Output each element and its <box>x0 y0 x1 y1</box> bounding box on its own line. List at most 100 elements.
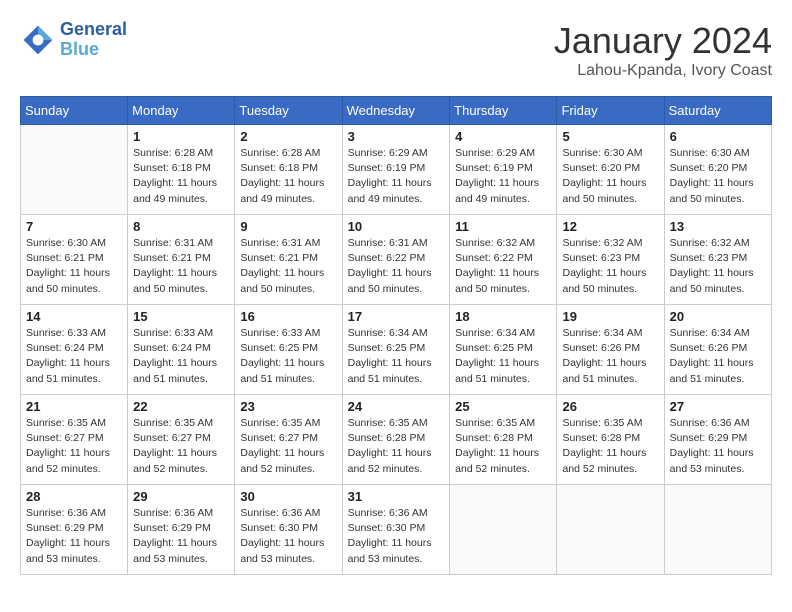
week-row-2: 7Sunrise: 6:30 AMSunset: 6:21 PMDaylight… <box>21 215 772 305</box>
page-header: General Blue January 2024 Lahou-Kpanda, … <box>20 20 772 80</box>
day-number: 25 <box>455 399 551 414</box>
day-number: 15 <box>133 309 229 324</box>
day-info: Sunrise: 6:32 AMSunset: 6:23 PMDaylight:… <box>562 236 658 297</box>
day-number: 4 <box>455 129 551 144</box>
day-number: 10 <box>348 219 445 234</box>
week-row-5: 28 Sunrise: 6:36 AMSunset: 6:29 PMDayligh… <box>21 485 772 575</box>
calendar-cell <box>557 485 664 575</box>
calendar-cell <box>21 125 128 215</box>
day-info: Sunrise: 6:30 AMSunset: 6:21 PMDaylight:… <box>26 236 122 297</box>
calendar-cell: 12 Sunrise: 6:32 AMSunset: 6:23 PMDayligh… <box>557 215 664 305</box>
calendar-cell: 22 Sunrise: 6:35 AMSunset: 6:27 PMDayligh… <box>128 395 235 485</box>
day-info: Sunrise: 6:35 AMSunset: 6:28 PMDaylight:… <box>562 416 658 477</box>
day-number: 14 <box>26 309 122 324</box>
day-number: 17 <box>348 309 445 324</box>
day-info: Sunrise: 6:35 AMSunset: 6:27 PMDaylight:… <box>26 416 122 477</box>
day-number: 18 <box>455 309 551 324</box>
weekday-header-saturday: Saturday <box>664 97 771 125</box>
calendar-cell: 21Sunrise: 6:35 AMSunset: 6:27 PMDayligh… <box>21 395 128 485</box>
day-info: Sunrise: 6:29 AMSunset: 6:19 PMDaylight:… <box>455 146 551 207</box>
day-number: 16 <box>240 309 336 324</box>
calendar-cell: 3 Sunrise: 6:29 AMSunset: 6:19 PMDaylight… <box>342 125 450 215</box>
calendar-cell: 24 Sunrise: 6:35 AMSunset: 6:28 PMDayligh… <box>342 395 450 485</box>
day-info: Sunrise: 6:35 AMSunset: 6:27 PMDaylight:… <box>133 416 229 477</box>
day-info: Sunrise: 6:31 AMSunset: 6:21 PMDaylight:… <box>133 236 229 297</box>
calendar-cell: 5 Sunrise: 6:30 AMSunset: 6:20 PMDaylight… <box>557 125 664 215</box>
day-info: Sunrise: 6:31 AMSunset: 6:21 PMDaylight:… <box>240 236 336 297</box>
day-number: 31 <box>348 489 445 504</box>
day-info: Sunrise: 6:31 AMSunset: 6:22 PMDaylight:… <box>348 236 445 297</box>
calendar-cell: 19 Sunrise: 6:34 AMSunset: 6:26 PMDayligh… <box>557 305 664 395</box>
day-info: Sunrise: 6:35 AMSunset: 6:27 PMDaylight:… <box>240 416 336 477</box>
weekday-header-monday: Monday <box>128 97 235 125</box>
day-info: Sunrise: 6:32 AMSunset: 6:23 PMDaylight:… <box>670 236 766 297</box>
calendar-cell: 16Sunrise: 6:33 AMSunset: 6:25 PMDayligh… <box>235 305 342 395</box>
day-number: 2 <box>240 129 336 144</box>
day-info: Sunrise: 6:36 AMSunset: 6:29 PMDaylight:… <box>670 416 766 477</box>
logo-icon <box>20 22 56 58</box>
calendar-cell: 20 Sunrise: 6:34 AMSunset: 6:26 PMDayligh… <box>664 305 771 395</box>
weekday-header-thursday: Thursday <box>450 97 557 125</box>
location-subtitle: Lahou-Kpanda, Ivory Coast <box>554 62 772 80</box>
day-info: Sunrise: 6:36 AMSunset: 6:30 PMDaylight:… <box>240 506 336 567</box>
calendar-cell: 4 Sunrise: 6:29 AMSunset: 6:19 PMDaylight… <box>450 125 557 215</box>
day-number: 23 <box>240 399 336 414</box>
day-number: 28 <box>26 489 122 504</box>
weekday-header-friday: Friday <box>557 97 664 125</box>
day-info: Sunrise: 6:34 AMSunset: 6:25 PMDaylight:… <box>455 326 551 387</box>
title-block: January 2024 Lahou-Kpanda, Ivory Coast <box>554 20 772 80</box>
day-number: 19 <box>562 309 658 324</box>
day-number: 3 <box>348 129 445 144</box>
calendar-cell: 18 Sunrise: 6:34 AMSunset: 6:25 PMDayligh… <box>450 305 557 395</box>
day-number: 22 <box>133 399 229 414</box>
weekday-header-wednesday: Wednesday <box>342 97 450 125</box>
weekday-header-sunday: Sunday <box>21 97 128 125</box>
day-number: 5 <box>562 129 658 144</box>
day-info: Sunrise: 6:36 AMSunset: 6:30 PMDaylight:… <box>348 506 445 567</box>
day-info: Sunrise: 6:36 AMSunset: 6:29 PMDaylight:… <box>133 506 229 567</box>
calendar-cell: 23 Sunrise: 6:35 AMSunset: 6:27 PMDayligh… <box>235 395 342 485</box>
calendar-cell: 25 Sunrise: 6:35 AMSunset: 6:28 PMDayligh… <box>450 395 557 485</box>
week-row-4: 21Sunrise: 6:35 AMSunset: 6:27 PMDayligh… <box>21 395 772 485</box>
month-title: January 2024 <box>554 20 772 62</box>
day-info: Sunrise: 6:29 AMSunset: 6:19 PMDaylight:… <box>348 146 445 207</box>
logo-text-line2: Blue <box>60 39 99 59</box>
week-row-3: 14 Sunrise: 6:33 AMSunset: 6:24 PMDayligh… <box>21 305 772 395</box>
day-info: Sunrise: 6:28 AMSunset: 6:18 PMDaylight:… <box>240 146 336 207</box>
calendar-cell: 10 Sunrise: 6:31 AMSunset: 6:22 PMDayligh… <box>342 215 450 305</box>
day-info: Sunrise: 6:28 AMSunset: 6:18 PMDaylight:… <box>133 146 229 207</box>
calendar-cell <box>664 485 771 575</box>
day-info: Sunrise: 6:33 AMSunset: 6:24 PMDaylight:… <box>26 326 122 387</box>
day-number: 20 <box>670 309 766 324</box>
calendar-cell: 30Sunrise: 6:36 AMSunset: 6:30 PMDayligh… <box>235 485 342 575</box>
day-number: 24 <box>348 399 445 414</box>
logo-text-line1: General <box>60 19 127 39</box>
calendar-cell: 8Sunrise: 6:31 AMSunset: 6:21 PMDaylight… <box>128 215 235 305</box>
calendar-cell: 14 Sunrise: 6:33 AMSunset: 6:24 PMDayligh… <box>21 305 128 395</box>
day-info: Sunrise: 6:35 AMSunset: 6:28 PMDaylight:… <box>455 416 551 477</box>
day-number: 11 <box>455 219 551 234</box>
day-info: Sunrise: 6:35 AMSunset: 6:28 PMDaylight:… <box>348 416 445 477</box>
day-number: 9 <box>240 219 336 234</box>
day-info: Sunrise: 6:32 AMSunset: 6:22 PMDaylight:… <box>455 236 551 297</box>
day-info: Sunrise: 6:34 AMSunset: 6:26 PMDaylight:… <box>670 326 766 387</box>
day-info: Sunrise: 6:36 AMSunset: 6:29 PMDaylight:… <box>26 506 122 567</box>
day-number: 12 <box>562 219 658 234</box>
day-info: Sunrise: 6:34 AMSunset: 6:26 PMDaylight:… <box>562 326 658 387</box>
day-number: 13 <box>670 219 766 234</box>
day-number: 27 <box>670 399 766 414</box>
calendar-cell: 7Sunrise: 6:30 AMSunset: 6:21 PMDaylight… <box>21 215 128 305</box>
day-number: 26 <box>562 399 658 414</box>
day-number: 1 <box>133 129 229 144</box>
day-info: Sunrise: 6:30 AMSunset: 6:20 PMDaylight:… <box>670 146 766 207</box>
day-info: Sunrise: 6:30 AMSunset: 6:20 PMDaylight:… <box>562 146 658 207</box>
calendar-cell: 13 Sunrise: 6:32 AMSunset: 6:23 PMDayligh… <box>664 215 771 305</box>
calendar-cell: 17Sunrise: 6:34 AMSunset: 6:25 PMDayligh… <box>342 305 450 395</box>
calendar-cell: 2 Sunrise: 6:28 AMSunset: 6:18 PMDaylight… <box>235 125 342 215</box>
calendar-cell: 27 Sunrise: 6:36 AMSunset: 6:29 PMDayligh… <box>664 395 771 485</box>
calendar-table: SundayMondayTuesdayWednesdayThursdayFrid… <box>20 96 772 575</box>
calendar-cell: 11 Sunrise: 6:32 AMSunset: 6:22 PMDayligh… <box>450 215 557 305</box>
weekday-header-row: SundayMondayTuesdayWednesdayThursdayFrid… <box>21 97 772 125</box>
day-info: Sunrise: 6:33 AMSunset: 6:24 PMDaylight:… <box>133 326 229 387</box>
weekday-header-tuesday: Tuesday <box>235 97 342 125</box>
